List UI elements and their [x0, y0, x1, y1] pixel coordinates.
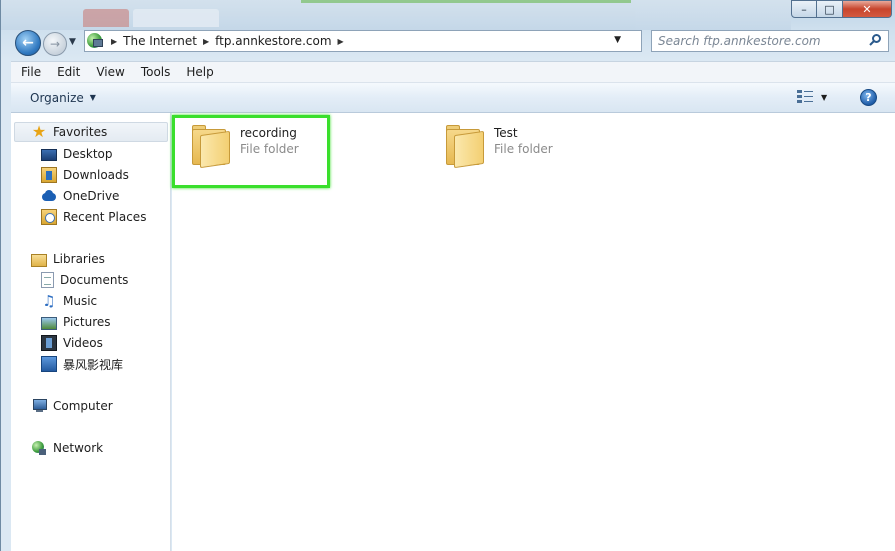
search-input[interactable] — [658, 34, 858, 48]
nav-recent-places-label: Recent Places — [63, 210, 147, 224]
folder-tile-recording[interactable]: recording File folder — [190, 121, 299, 185]
background-progress-strip — [301, 0, 631, 3]
nav-pictures-label: Pictures — [63, 315, 111, 329]
nav-pictures[interactable]: Pictures — [41, 312, 111, 332]
menu-edit[interactable]: Edit — [49, 65, 88, 79]
background-tab — [83, 9, 129, 27]
close-button[interactable]: ✕ — [843, 0, 892, 18]
breadcrumb-separator-icon[interactable]: ▶ — [338, 37, 344, 46]
command-bar: Organize ▼ ▼ ? — [11, 83, 895, 113]
search-icon[interactable] — [869, 34, 882, 46]
nav-documents-label: Documents — [60, 273, 129, 287]
background-window-strip — [1, 0, 791, 30]
nav-libraries[interactable]: Libraries — [31, 249, 105, 269]
downloads-icon — [41, 167, 57, 183]
nav-baofeng-library-label: 暴风影视库 — [63, 357, 124, 372]
nav-computer-label: Computer — [53, 399, 113, 413]
organize-label: Organize — [30, 90, 84, 105]
libraries-icon — [31, 253, 47, 267]
nav-music-label: Music — [63, 294, 98, 308]
desktop-icon — [41, 149, 57, 161]
folder-name: Test — [494, 126, 518, 140]
folder-type: File folder — [494, 142, 553, 156]
computer-icon — [31, 398, 47, 414]
search-box[interactable] — [651, 30, 889, 52]
nav-music[interactable]: ♫ Music — [41, 291, 97, 311]
menu-file[interactable]: File — [11, 65, 49, 79]
folder-icon — [190, 121, 234, 169]
video-library-icon — [41, 356, 57, 372]
pictures-icon — [41, 316, 57, 330]
view-options-icon — [797, 89, 813, 105]
nav-onedrive-label: OneDrive — [63, 189, 120, 203]
breadcrumb: ▶ The Internet ▶ ftp.annkestore.com ▶ — [105, 34, 350, 48]
back-arrow-icon: ← — [22, 35, 34, 51]
nav-baofeng-library[interactable]: 暴风影视库 — [41, 354, 123, 374]
documents-icon — [41, 272, 54, 288]
back-button[interactable]: ← — [15, 30, 41, 56]
breadcrumb-item-ftp-host[interactable]: ftp.annkestore.com — [215, 34, 331, 48]
nav-desktop-label: Desktop — [63, 147, 113, 161]
change-view-button[interactable]: ▼ — [797, 89, 827, 105]
folder-icon — [444, 121, 488, 169]
network-icon — [31, 440, 47, 456]
nav-recent-places[interactable]: Recent Places — [41, 207, 146, 227]
breadcrumb-item-the-internet[interactable]: The Internet — [123, 34, 197, 48]
minimize-button[interactable]: – — [791, 0, 817, 18]
navigation-bar: ← → ▼ ▶ The Internet ▶ ftp.annkestore.co… — [11, 27, 891, 59]
navigation-pane: ★ Favorites Desktop Downloads OneDrive R… — [11, 113, 171, 551]
maximize-button[interactable]: □ — [817, 0, 843, 18]
help-icon[interactable]: ? — [860, 89, 877, 106]
nav-desktop[interactable]: Desktop — [41, 144, 113, 164]
folder-name: recording — [240, 126, 297, 140]
nav-onedrive[interactable]: OneDrive — [41, 186, 119, 206]
music-note-icon: ♫ — [42, 292, 56, 310]
nav-network-label: Network — [53, 441, 104, 455]
nav-computer[interactable]: Computer — [31, 396, 113, 416]
chevron-down-icon[interactable]: ▼ — [821, 93, 827, 102]
explorer-window: – □ ✕ ← → ▼ ▶ The Internet ▶ ftp.annkest… — [0, 0, 895, 551]
menu-bar: File Edit View Tools Help — [11, 61, 895, 83]
folder-type: File folder — [240, 142, 299, 156]
nav-favorites-label: Favorites — [53, 125, 108, 139]
nav-libraries-label: Libraries — [53, 252, 105, 266]
background-tab — [133, 9, 219, 27]
nav-network[interactable]: Network — [31, 438, 103, 458]
forward-arrow-icon: → — [49, 37, 61, 51]
videos-icon — [41, 335, 57, 351]
breadcrumb-separator-icon[interactable]: ▶ — [203, 37, 209, 46]
address-dropdown-icon[interactable]: ▼ — [614, 35, 621, 45]
internet-location-icon — [87, 32, 105, 50]
file-list: recording File folder Test File folder — [172, 113, 895, 551]
menu-view[interactable]: View — [88, 65, 132, 79]
nav-downloads[interactable]: Downloads — [41, 165, 129, 185]
breadcrumb-separator-icon[interactable]: ▶ — [111, 37, 117, 46]
folder-tile-test[interactable]: Test File folder — [444, 121, 553, 185]
onedrive-icon — [41, 188, 57, 204]
menu-help[interactable]: Help — [178, 65, 221, 79]
recent-pages-dropdown-icon[interactable]: ▼ — [69, 37, 76, 47]
nav-videos[interactable]: Videos — [41, 333, 103, 353]
organize-button[interactable]: Organize ▼ — [30, 91, 96, 105]
forward-button[interactable]: → — [43, 32, 67, 56]
caption-buttons: – □ ✕ — [791, 0, 892, 18]
star-icon: ★ — [31, 122, 47, 141]
chevron-down-icon: ▼ — [89, 93, 96, 102]
nav-downloads-label: Downloads — [63, 168, 129, 182]
nav-favorites[interactable]: ★ Favorites — [14, 122, 168, 142]
address-bar[interactable]: ▶ The Internet ▶ ftp.annkestore.com ▶ ▼ … — [84, 30, 661, 52]
nav-videos-label: Videos — [63, 336, 103, 350]
recent-places-icon — [41, 209, 57, 225]
menu-tools[interactable]: Tools — [133, 65, 179, 79]
nav-documents[interactable]: Documents — [41, 270, 128, 290]
